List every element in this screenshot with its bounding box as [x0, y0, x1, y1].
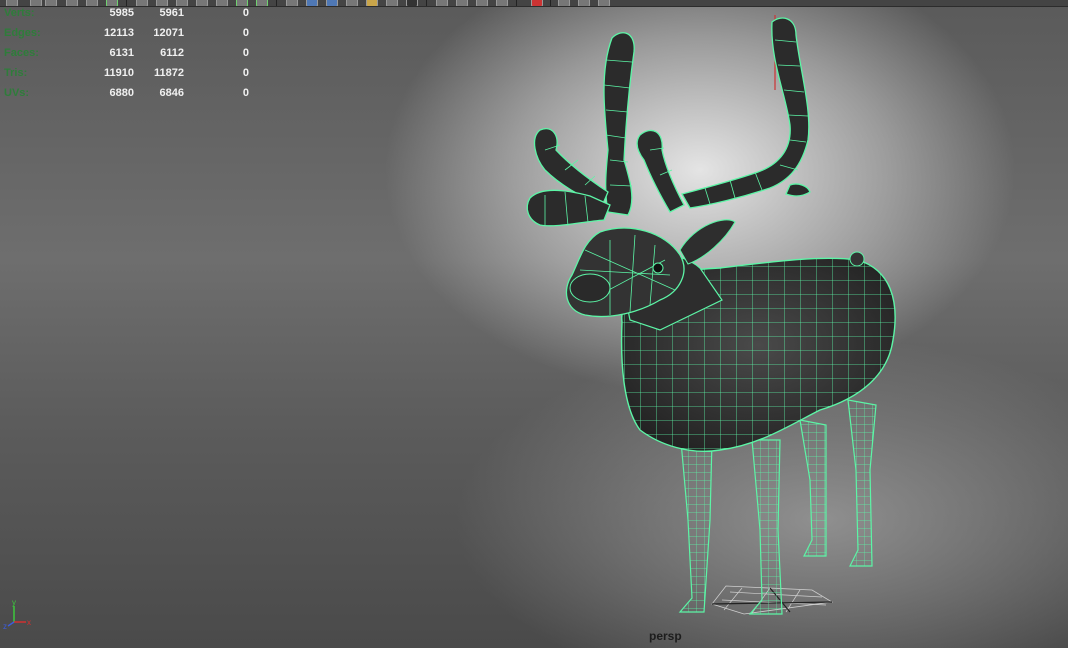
view-axis-gizmo: y x z — [3, 598, 31, 631]
hud-value-selected: 0 — [242, 87, 249, 99]
hud-value-object: 12071 — [153, 27, 184, 39]
hud-value-scene: 5985 — [109, 7, 134, 19]
hud-value-selected: 0 — [242, 7, 249, 19]
z-axis-line — [7, 621, 15, 627]
hud-label: Tris: — [4, 67, 28, 79]
hud-label: Faces: — [4, 47, 39, 59]
reindeer-antlers — [526, 17, 811, 227]
hud-value-selected: 0 — [242, 67, 249, 79]
perspective-viewport[interactable]: Verts: 5985 5961 0 Edges: 12113 12071 0 … — [0, 0, 1068, 648]
camera-name-label: persp — [649, 629, 682, 643]
hud-label: Edges: — [4, 27, 41, 39]
hud-value-scene: 12113 — [104, 27, 134, 39]
hud-value-scene: 6131 — [109, 47, 134, 59]
hud-value-selected: 0 — [242, 47, 249, 59]
hud-value-scene: 6880 — [109, 87, 134, 99]
hud-value-scene: 11910 — [104, 67, 134, 79]
hud-label: Verts: — [4, 7, 35, 19]
hud-value-object: 11872 — [154, 67, 184, 79]
hud-value-object: 6112 — [160, 47, 184, 59]
x-axis-label: x — [27, 618, 31, 627]
hud-value-object: 6846 — [159, 87, 184, 99]
hud-label: UVs: — [4, 87, 30, 99]
hud-value-object: 5961 — [159, 7, 184, 19]
z-axis-label: z — [3, 622, 7, 631]
y-axis-label: y — [12, 598, 16, 607]
hud-value-selected: 0 — [242, 27, 249, 39]
